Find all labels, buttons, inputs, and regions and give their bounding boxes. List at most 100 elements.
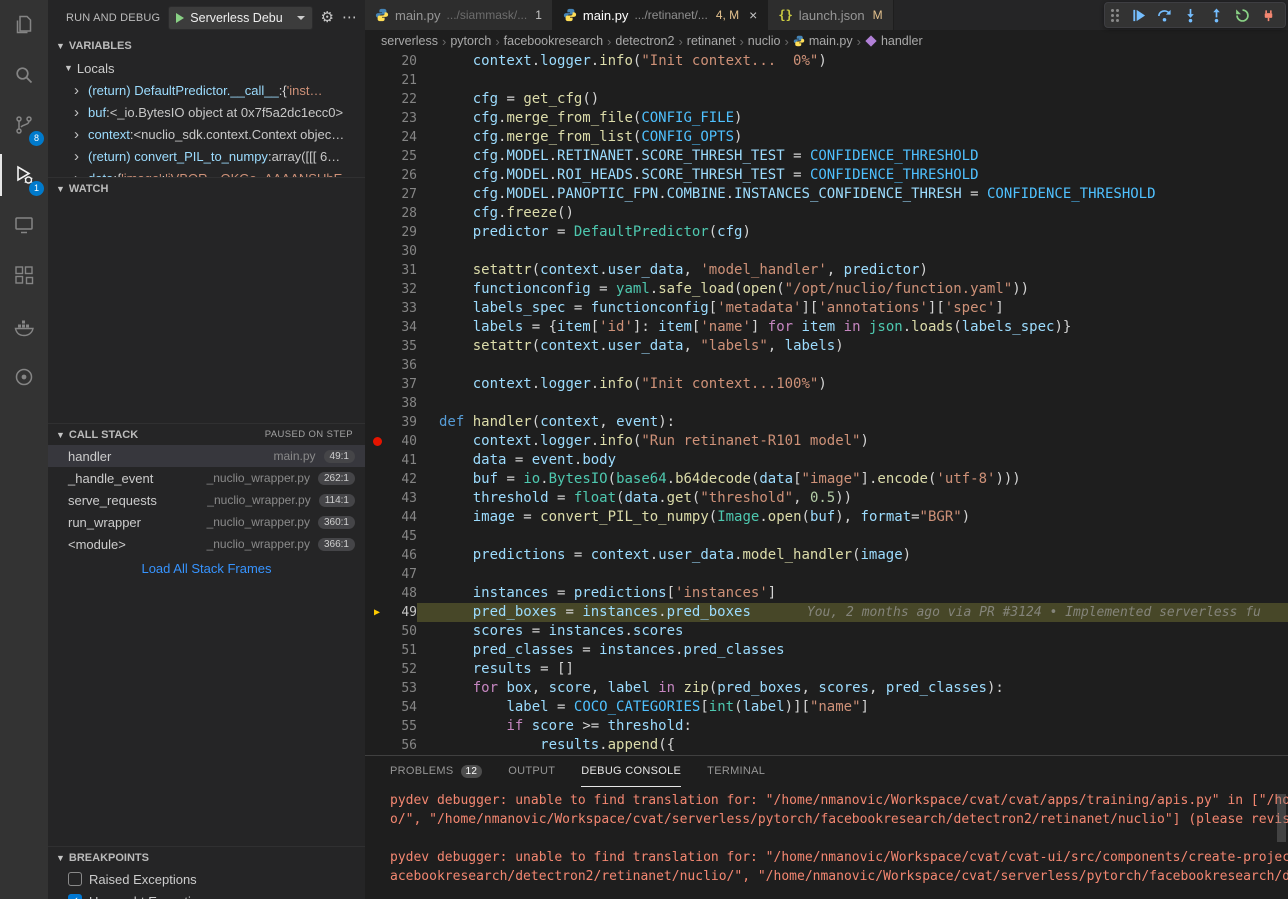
debug-console-output[interactable]: pydev debugger: unable to find translati… — [365, 787, 1288, 899]
token — [439, 53, 473, 69]
gutter-glyph[interactable] — [365, 356, 389, 375]
stack-frame-row[interactable]: run_wrapper_nuclio_wrapper.py360:1 — [48, 511, 365, 533]
restart-button[interactable] — [1231, 4, 1253, 26]
tab-main-py-siammask[interactable]: main.py .../siammask/... 1 — [365, 0, 553, 30]
breakpoint-uncaught-exceptions[interactable]: ✓ Uncaught Exceptions — [48, 890, 365, 899]
gutter-glyph[interactable] — [365, 698, 389, 717]
scrollbar-thumb[interactable] — [1277, 794, 1286, 842]
breakpoint-raised-exceptions[interactable]: Raised Exceptions — [48, 868, 365, 890]
stack-frame-row[interactable]: <module>_nuclio_wrapper.py366:1 — [48, 533, 365, 555]
remote-explorer-icon[interactable] — [0, 200, 48, 250]
gutter-glyph[interactable] — [365, 622, 389, 641]
run-and-debug-icon[interactable]: 1 — [0, 150, 48, 200]
gutter-glyph[interactable] — [365, 166, 389, 185]
gutter-glyph[interactable] — [365, 717, 389, 736]
step-over-button[interactable] — [1153, 4, 1175, 26]
token — [439, 338, 473, 354]
breadcrumb-item[interactable]: pytorch — [450, 34, 491, 48]
source-control-icon[interactable]: 8 — [0, 100, 48, 150]
gutter-glyph[interactable] — [365, 318, 389, 337]
close-icon[interactable]: × — [749, 7, 757, 23]
breakpoints-section-header[interactable]: ▼ BREAKPOINTS — [48, 846, 365, 868]
variable-row[interactable]: ›(return) convert_PIL_to_numpy: array([[… — [48, 145, 365, 167]
breadcrumb-item[interactable]: facebookresearch — [504, 34, 603, 48]
gutter-glyph[interactable] — [365, 736, 389, 755]
variable-row[interactable]: ›data: {'image': 'iVBOR…OKGo=AAAANSUhE… — [48, 167, 365, 177]
variables-section-header[interactable]: ▼ VARIABLES — [48, 35, 365, 57]
start-debug-icon[interactable] — [176, 13, 184, 23]
search-icon[interactable] — [0, 50, 48, 100]
step-out-button[interactable] — [1205, 4, 1227, 26]
debug-current-line-icon[interactable]: ▶ — [365, 603, 389, 622]
breadcrumb-item[interactable]: detectron2 — [615, 34, 674, 48]
continue-button[interactable] — [1127, 4, 1149, 26]
drag-grip-icon[interactable] — [1111, 8, 1121, 22]
breadcrumb-item[interactable]: main.py — [809, 34, 853, 48]
gutter-glyph[interactable] — [365, 109, 389, 128]
gutter-glyph[interactable] — [365, 204, 389, 223]
stack-frame-row[interactable]: _handle_event_nuclio_wrapper.py262:1 — [48, 467, 365, 489]
gutter-glyph[interactable] — [365, 413, 389, 432]
gutter-glyph[interactable] — [365, 223, 389, 242]
extensions-icon[interactable] — [0, 250, 48, 300]
watch-section-header[interactable]: ▼ WATCH — [48, 177, 365, 199]
variable-row[interactable]: ›context: <nuclio_sdk.context.Context ob… — [48, 123, 365, 145]
checkbox-checked[interactable]: ✓ — [68, 894, 82, 899]
gutter-glyph[interactable] — [365, 299, 389, 318]
tab-main-py-retinanet[interactable]: main.py .../retinanet/... 4, M × — [553, 0, 768, 30]
gutter-glyph[interactable] — [365, 128, 389, 147]
more-actions-icon[interactable]: ⋯ — [342, 10, 357, 25]
gutter-glyph[interactable] — [365, 147, 389, 166]
launch-config-dropdown[interactable]: Serverless Debu — [168, 6, 312, 30]
gutter-glyph[interactable] — [365, 470, 389, 489]
gutter-glyph[interactable] — [365, 489, 389, 508]
tab-launch-json[interactable]: {} launch.json M — [768, 0, 893, 30]
gutter-glyph[interactable] — [365, 185, 389, 204]
explorer-icon[interactable] — [0, 0, 48, 50]
test-explorer-icon[interactable] — [0, 352, 48, 402]
variable-row[interactable]: ›buf: <_io.BytesIO object at 0x7f5a2dc1e… — [48, 101, 365, 123]
gutter-glyph[interactable] — [365, 394, 389, 413]
breadcrumb-item[interactable]: nuclio — [748, 34, 781, 48]
scm-badge: 8 — [29, 131, 44, 146]
breadcrumb-item[interactable]: serverless — [381, 34, 438, 48]
gear-icon[interactable]: ⚙ — [321, 10, 334, 25]
breakpoint-icon[interactable] — [365, 432, 389, 451]
gutter-glyph[interactable] — [365, 584, 389, 603]
panel-tab-terminal[interactable]: TERMINAL — [707, 756, 765, 787]
breadcrumb-item[interactable]: retinanet — [687, 34, 736, 48]
code-editor[interactable]: 20 context.logger.info("Init context... … — [365, 52, 1288, 755]
call-stack-section-header[interactable]: ▼ CALL STACK PAUSED ON STEP — [48, 423, 365, 445]
gutter-glyph[interactable] — [365, 508, 389, 527]
token: . — [591, 53, 599, 69]
gutter-glyph[interactable] — [365, 261, 389, 280]
breadcrumb-item[interactable]: handler — [881, 34, 923, 48]
token: , — [793, 490, 810, 506]
disconnect-button[interactable] — [1257, 4, 1279, 26]
locals-scope-row[interactable]: ▼ Locals — [48, 57, 365, 79]
panel-tab-problems[interactable]: PROBLEMS 12 — [390, 756, 482, 787]
gutter-glyph[interactable] — [365, 679, 389, 698]
gutter-glyph[interactable] — [365, 52, 389, 71]
load-all-stack-frames-link[interactable]: Load All Stack Frames — [48, 555, 365, 581]
checkbox-unchecked[interactable] — [68, 872, 82, 886]
gutter-glyph[interactable] — [365, 280, 389, 299]
gutter-glyph[interactable] — [365, 90, 389, 109]
gutter-glyph[interactable] — [365, 641, 389, 660]
step-into-button[interactable] — [1179, 4, 1201, 26]
gutter-glyph[interactable] — [365, 451, 389, 470]
gutter-glyph[interactable] — [365, 660, 389, 679]
variable-row[interactable]: ›(return) DefaultPredictor.__call__: {'i… — [48, 79, 365, 101]
gutter-glyph[interactable] — [365, 337, 389, 356]
stack-frame-row[interactable]: serve_requests_nuclio_wrapper.py114:1 — [48, 489, 365, 511]
gutter-glyph[interactable] — [365, 375, 389, 394]
gutter-glyph[interactable] — [365, 565, 389, 584]
docker-icon[interactable] — [0, 302, 48, 352]
panel-tab-output[interactable]: OUTPUT — [508, 756, 555, 787]
gutter-glyph[interactable] — [365, 71, 389, 90]
stack-frame-row[interactable]: handlermain.py49:1 — [48, 445, 365, 467]
gutter-glyph[interactable] — [365, 527, 389, 546]
panel-tab-debug-console[interactable]: DEBUG CONSOLE — [581, 756, 681, 787]
gutter-glyph[interactable] — [365, 242, 389, 261]
gutter-glyph[interactable] — [365, 546, 389, 565]
